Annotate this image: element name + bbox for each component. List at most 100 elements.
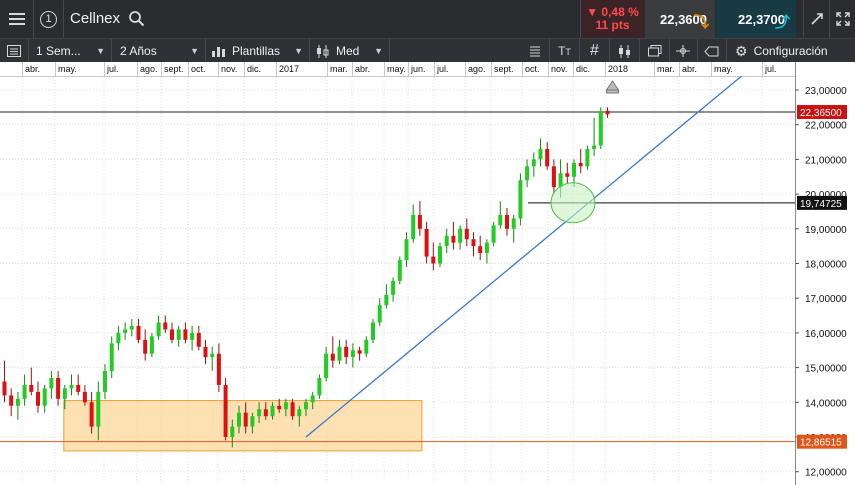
candle-body (371, 322, 375, 340)
candle-body (505, 214, 509, 229)
candle-body (116, 332, 121, 344)
price-tick-label: 14,00000 (805, 398, 847, 409)
candle-body (210, 353, 215, 358)
candle-body (357, 350, 362, 354)
candle-body (270, 405, 275, 417)
candle-body (82, 391, 87, 403)
candle-body (190, 332, 195, 340)
candle-body (478, 246, 483, 254)
candle-body (9, 395, 14, 406)
candle-body (364, 339, 369, 354)
candle-body (384, 294, 389, 306)
candle-body (42, 388, 47, 406)
candle-body (431, 256, 436, 264)
candle-body (223, 384, 228, 437)
price-tick-label: 22,00000 (805, 121, 847, 132)
trendline[interactable] (305, 75, 742, 438)
candle-body (337, 346, 342, 361)
current-price-tag: 22,36500 (800, 108, 842, 119)
candle-body (310, 395, 315, 403)
price-tick-label: 21,00000 (805, 155, 847, 166)
candle-body (397, 260, 402, 281)
candle-body (404, 239, 409, 261)
candle-body (257, 409, 262, 417)
candle-body (176, 329, 181, 340)
candle-body (15, 398, 20, 406)
candle-body (109, 343, 114, 372)
candle-body (317, 378, 322, 396)
candle-body (438, 246, 442, 264)
candle-body (290, 402, 295, 417)
candle-body (149, 336, 154, 354)
candle-body (538, 148, 543, 160)
candle-body (525, 166, 530, 181)
candle-body (89, 402, 94, 427)
candle-body (484, 242, 489, 254)
candle-body (76, 384, 81, 392)
candle-body (304, 402, 308, 410)
candle-body (444, 235, 449, 247)
candle-body (216, 353, 221, 385)
candle-body (103, 371, 107, 392)
price-chart[interactable]: 23,0000022,0000021,0000020,0000019,00000… (0, 0, 855, 485)
candle-body (565, 173, 570, 177)
candle-body (62, 388, 67, 399)
candle-body (129, 325, 134, 330)
price-tick-label: 12,00000 (805, 468, 847, 479)
candle-body (29, 384, 34, 392)
candle-body (518, 180, 523, 219)
candle-body (451, 235, 456, 243)
candle-body (123, 329, 128, 333)
candle-body (203, 346, 208, 358)
candle-body (49, 378, 54, 389)
candle-body (297, 409, 302, 417)
candle-body (471, 239, 476, 247)
candle-body (344, 346, 349, 358)
candle-body (56, 378, 61, 399)
price-tick-label: 19,00000 (805, 225, 847, 236)
candle-body (411, 214, 416, 240)
candle-body (143, 339, 148, 354)
candle-body (2, 381, 7, 396)
candle-body (458, 228, 463, 243)
candle-body (605, 110, 610, 115)
candle-body (491, 225, 496, 243)
candle-body (598, 110, 603, 146)
candle-body (330, 353, 335, 361)
candle-body (243, 412, 248, 427)
candle-body (283, 402, 288, 410)
price-tick-label: 18,00000 (805, 260, 847, 271)
level-2-tag: 12,86515 (800, 438, 842, 449)
candle-body (196, 332, 201, 347)
price-tick-label: 17,00000 (805, 294, 847, 305)
candle-body (96, 391, 101, 427)
candle-body (531, 159, 536, 167)
candle-body (22, 384, 27, 399)
candle-body (237, 412, 241, 427)
support-zone[interactable] (63, 400, 423, 452)
candle-body (69, 384, 74, 389)
candle-body (498, 214, 503, 226)
candle-body (230, 426, 235, 437)
candle-body (424, 228, 429, 257)
candle-body (511, 218, 516, 229)
candle-body (277, 405, 282, 410)
candle-body (417, 214, 422, 229)
candle-body (156, 322, 161, 337)
level-1-tag: 19,74725 (800, 199, 842, 210)
candle-body (464, 228, 469, 240)
candle-body (545, 148, 550, 167)
candle-body (578, 162, 583, 167)
price-tick-label: 15,00000 (805, 364, 847, 375)
candle-body (183, 329, 188, 340)
candle-body (250, 416, 255, 427)
candle-body (592, 145, 597, 149)
price-tick-label: 23,00000 (805, 86, 847, 97)
alert-marker-icon[interactable] (605, 80, 620, 91)
candle-body (324, 353, 329, 379)
candle-body (391, 280, 396, 295)
candle-body (350, 350, 355, 358)
candle-body (572, 162, 576, 177)
alert-marker-base (606, 89, 619, 94)
highlight-circle[interactable] (550, 182, 596, 224)
